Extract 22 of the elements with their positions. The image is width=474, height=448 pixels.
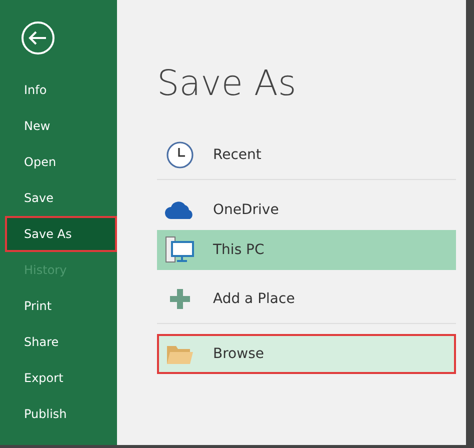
place-label: Browse	[213, 346, 264, 362]
sidebar-item[interactable]: Share	[5, 324, 117, 360]
computer-icon	[163, 236, 197, 264]
sidebar-item[interactable]: New	[5, 108, 117, 144]
place-label: Recent	[213, 146, 262, 162]
sidebar-item[interactable]: Save	[5, 180, 117, 216]
back-icon[interactable]	[21, 21, 55, 55]
place-item[interactable]: Browse	[157, 334, 456, 374]
place-item[interactable]: Recent	[157, 126, 456, 180]
sidebar-item[interactable]: Save As	[5, 216, 117, 252]
sidebar-item[interactable]: Info	[5, 72, 117, 108]
sidebar-item[interactable]: Open	[5, 144, 117, 180]
sidebar-item[interactable]: Print	[5, 288, 117, 324]
place-label: This PC	[213, 242, 264, 258]
place-item[interactable]: Add a Place	[157, 270, 456, 324]
page-title: Save As	[157, 64, 298, 104]
place-item[interactable]: This PC	[157, 230, 456, 270]
place-label: Add a Place	[213, 290, 295, 306]
sidebar-item[interactable]: Publish	[5, 396, 117, 432]
place-label: OneDrive	[213, 202, 279, 218]
place-item[interactable]: OneDrive	[157, 190, 456, 230]
sidebar-item[interactable]: Export	[5, 360, 117, 396]
